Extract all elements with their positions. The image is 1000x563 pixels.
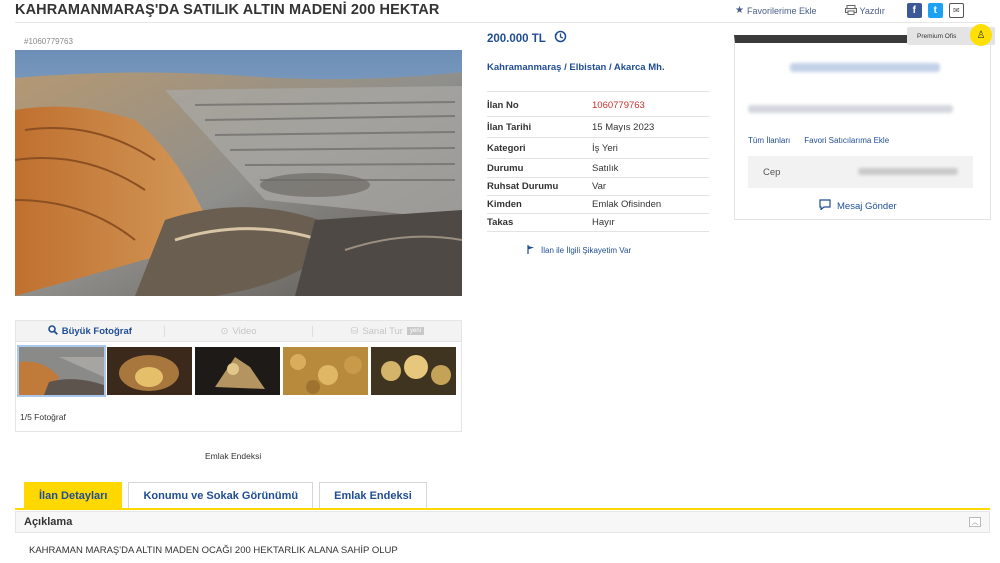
add-favorite-seller-link[interactable]: Favori Satıcılarıma Ekle bbox=[804, 136, 889, 145]
top-actions: ★ Favorilerime Ekle Yazdır f t ✉ bbox=[735, 3, 964, 18]
star-icon: ★ bbox=[735, 5, 744, 16]
price: 200.000 TL bbox=[487, 33, 546, 45]
detail-label: Kategori bbox=[487, 142, 526, 154]
tab-emlak-endeksi[interactable]: Emlak Endeksi bbox=[319, 482, 427, 508]
printer-icon bbox=[844, 4, 857, 17]
complaint-link[interactable]: İlan ile İlgili Şikayetim Var bbox=[527, 245, 631, 256]
seller-links: Tüm İlanları Favori Satıcılarıma Ekle bbox=[748, 136, 889, 145]
detail-value: Emlak Ofisinden bbox=[592, 199, 662, 210]
detail-label: İlan Tarihi bbox=[487, 121, 532, 133]
collapse-icon[interactable]: ︿ bbox=[969, 517, 981, 527]
detail-row: İlan No 1060779763 bbox=[487, 95, 709, 117]
add-favorite-link[interactable]: ★ Favorilerime Ekle bbox=[735, 5, 817, 16]
detail-row: Takas Hayır bbox=[487, 214, 709, 232]
photo-count: 1/5 Fotoğraf bbox=[20, 412, 66, 422]
detail-row: Durumu Satılık bbox=[487, 159, 709, 178]
emlak-endeksi-link[interactable]: Emlak Endeksi bbox=[205, 451, 261, 461]
detail-row: İlan Tarihi 15 Mayıs 2023 bbox=[487, 117, 709, 138]
blurred-seller-name bbox=[790, 63, 940, 72]
detail-value: Var bbox=[592, 181, 607, 192]
thumbnail-3[interactable] bbox=[195, 347, 280, 395]
phone-box: Cep bbox=[748, 156, 973, 188]
detail-tabs: İlan Detayları Konumu ve Sokak Görünümü … bbox=[24, 482, 427, 508]
add-favorite-label: Favorilerime Ekle bbox=[746, 5, 817, 16]
complaint-label: İlan ile İlgili Şikayetim Var bbox=[541, 246, 632, 255]
detail-row: Ruhsat Durumu Var bbox=[487, 178, 709, 196]
twitter-icon[interactable]: t bbox=[927, 3, 943, 18]
detail-value: Satılık bbox=[592, 162, 619, 174]
tab-big-photo-label: Büyük Fotoğraf bbox=[61, 325, 132, 337]
detail-label: Takas bbox=[487, 217, 514, 228]
ad-id: #1060779763 bbox=[24, 37, 73, 46]
media-tab-bar: Büyük Fotoğraf ⊙ Video ⛁ Sanal Tur yeni bbox=[16, 321, 461, 342]
detail-label: İlan No bbox=[487, 100, 519, 111]
price-history-icon[interactable] bbox=[554, 30, 567, 48]
detail-row: Kategori İş Yeri bbox=[487, 138, 709, 159]
title-divider bbox=[15, 22, 990, 23]
tab-big-photo[interactable]: Büyük Fotoğraf bbox=[16, 324, 164, 338]
thumbnail-2[interactable] bbox=[107, 347, 192, 395]
facebook-icon[interactable]: f bbox=[906, 3, 922, 18]
tab-location-street-view[interactable]: Konumu ve Sokak Görünümü bbox=[128, 482, 314, 508]
send-message-button[interactable]: Mesaj Gönder bbox=[819, 199, 897, 213]
detail-row: Kimden Emlak Ofisinden bbox=[487, 196, 709, 214]
blurred-phone-number bbox=[858, 168, 958, 175]
price-row: 200.000 TL bbox=[487, 30, 567, 48]
media-panel: Büyük Fotoğraf ⊙ Video ⛁ Sanal Tur yeni … bbox=[15, 320, 462, 432]
new-badge: yeni bbox=[406, 327, 424, 335]
seller-card: Tüm İlanları Favori Satıcılarıma Ekle Ce… bbox=[734, 35, 991, 220]
mail-icon[interactable]: ✉ bbox=[948, 3, 964, 18]
magnifier-icon bbox=[47, 324, 58, 338]
location-divider bbox=[487, 91, 709, 92]
thumbnail-4[interactable] bbox=[283, 347, 368, 395]
blurred-office-name bbox=[748, 105, 953, 113]
premium-user-icon: ♙ bbox=[970, 24, 992, 46]
description-text: KAHRAMAN MARAŞ'DA ALTIN MADEN OCAĞI 200 … bbox=[29, 545, 398, 556]
detail-value: Hayır bbox=[592, 217, 615, 228]
phone-label: Cep bbox=[763, 167, 781, 178]
print-label: Yazdır bbox=[859, 5, 885, 16]
print-link[interactable]: Yazdır bbox=[844, 4, 885, 17]
detail-value: 1060779763 bbox=[592, 100, 645, 111]
thumbnail-strip bbox=[17, 345, 456, 397]
send-message-label: Mesaj Gönder bbox=[837, 200, 897, 212]
tour-icon: ⛁ bbox=[350, 325, 359, 337]
detail-value: 15 Mayıs 2023 bbox=[592, 121, 655, 133]
detail-label: Kimden bbox=[487, 199, 522, 210]
tabs-underline bbox=[15, 508, 990, 510]
tab-video[interactable]: ⊙ Video bbox=[163, 325, 313, 337]
message-icon bbox=[819, 199, 831, 213]
detail-value: İş Yeri bbox=[592, 142, 618, 154]
thumbnail-5[interactable] bbox=[371, 347, 456, 395]
location-breadcrumb[interactable]: Kahramanmaraş / Elbistan / Akarca Mh. bbox=[487, 62, 705, 74]
tab-video-label: Video bbox=[232, 325, 257, 337]
tab-virtual-tour-label: Sanal Tur bbox=[362, 325, 403, 337]
description-title: Açıklama bbox=[24, 516, 73, 528]
detail-label: Durumu bbox=[487, 162, 524, 174]
play-icon: ⊙ bbox=[220, 325, 229, 337]
all-listings-link[interactable]: Tüm İlanları bbox=[748, 136, 790, 145]
description-header: Açıklama ︿ bbox=[15, 511, 990, 533]
thumbnail-1[interactable] bbox=[17, 345, 106, 397]
main-photo[interactable] bbox=[15, 50, 462, 296]
details-table: İlan No 1060779763 İlan Tarihi 15 Mayıs … bbox=[487, 95, 709, 232]
listing-title: KAHRAMANMARAŞ'DA SATILIK ALTIN MADENİ 20… bbox=[15, 2, 440, 18]
tab-listing-details[interactable]: İlan Detayları bbox=[24, 482, 123, 508]
detail-label: Ruhsat Durumu bbox=[487, 181, 559, 192]
flag-icon bbox=[527, 245, 535, 256]
tab-virtual-tour[interactable]: ⛁ Sanal Tur yeni bbox=[312, 325, 461, 337]
